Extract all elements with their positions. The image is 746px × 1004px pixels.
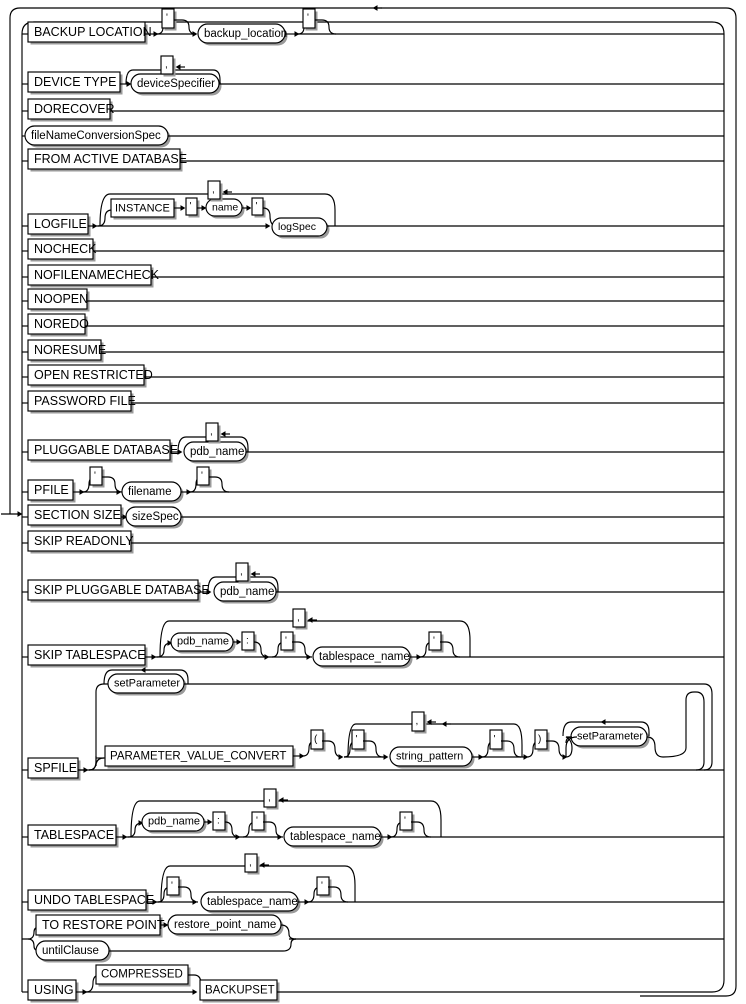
nt-restore-point-name: restore_point_name (174, 919, 276, 931)
branch-skip-tablespace: SKIP TABLESPACE pdb_name : ' tablespace_… (22, 608, 724, 669)
lit-comma-pluggable: , (210, 427, 213, 438)
lit-quote-skip-ts-1: ' (285, 636, 287, 647)
branch-dorecover: DORECOVER (22, 98, 724, 122)
kw-tablespace: TABLESPACE (34, 828, 114, 842)
kw-logfile: LOGFILE (34, 217, 87, 231)
kw-pfile: PFILE (34, 483, 69, 497)
branch-pfile: PFILE ' filename ' (22, 466, 724, 504)
kw-instance: INSTANCE (115, 202, 170, 214)
nt-pdb-name-skip-ts: pdb_name (177, 636, 229, 648)
branch-spfile: SPFILE setParameter PARAMETER_VALUE_CONV… (22, 667, 724, 781)
lit-comma-undo: , (249, 858, 252, 869)
nt-sizespec: sizeSpec (132, 511, 179, 523)
nt-pdb-name-ts: pdb_name (148, 816, 200, 828)
branch-tablespace: TABLESPACE pdb_name : ' tablespace_name … (22, 788, 724, 849)
lit-quote-ts-2: ' (404, 816, 406, 827)
lit-comma-skip-pluggable: , (240, 567, 243, 578)
nt-name: name (212, 202, 238, 214)
kw-compressed: COMPRESSED (101, 968, 183, 980)
branch-logfile: LOGFILE INSTANCE ' name ' logSpec , (22, 180, 724, 239)
kw-to-restore-point: TO RESTORE POINT (42, 918, 165, 932)
kw-nofilenamecheck: NOFILENAMECHECK (34, 268, 160, 282)
kw-backup-location: BACKUP LOCATION (34, 25, 152, 39)
lit-quote-logfile-2: ' (256, 201, 258, 212)
branch-nofilenamecheck: NOFILENAMECHECK (22, 264, 724, 288)
lit-quote-logfile-1: ' (190, 201, 192, 212)
nt-logspec: logSpec (278, 221, 316, 233)
branch-device-type: DEVICE TYPE deviceSpecifier , (22, 55, 724, 96)
lit-comma-ts: , (268, 793, 271, 804)
lit-quote-pfile-2: ' (201, 471, 203, 482)
kw-pluggable-database: PLUGGABLE DATABASE (34, 443, 178, 457)
branch-nocheck: NOCHECK (22, 238, 724, 262)
lit-quote-undo-1: ' (171, 881, 173, 892)
branch-from-active-database: FROM ACTIVE DATABASE (22, 148, 724, 172)
kw-noresume: NORESUME (34, 343, 106, 357)
lit-comma-skip-ts: , (297, 613, 300, 624)
lit-quote-undo-2: ' (321, 881, 323, 892)
branch-undo-tablespace: UNDO TABLESPACE ' tablespace_name ' , (22, 853, 724, 914)
branch-noredo: NOREDO (22, 313, 724, 337)
branch-untilclause: untilClause (27, 938, 724, 963)
lit-quote-2: ' (307, 13, 309, 24)
lit-comma-spfile-inner: , (416, 716, 419, 727)
nt-string-pattern: string_pattern (396, 751, 463, 763)
kw-skip-readonly: SKIP READONLY (34, 534, 134, 548)
kw-device-type: DEVICE TYPE (34, 75, 116, 89)
lit-comma-logfile: , (212, 185, 215, 196)
kw-skip-pluggable-database: SKIP PLUGGABLE DATABASE (34, 583, 210, 597)
branch-skip-pluggable-database: SKIP PLUGGABLE DATABASE pdb_name , (22, 562, 724, 604)
kw-backupset: BACKUPSET (205, 985, 275, 997)
branch-noopen: NOOPEN (22, 288, 724, 312)
nt-tablespace-name-undo: tablespace_name (207, 896, 298, 908)
kw-dorecover: DORECOVER (34, 102, 115, 116)
branch-filenameconversionspec: fileNameConversionSpec (22, 125, 724, 148)
kw-open-restricted: OPEN RESTRICTED (34, 368, 153, 382)
nt-device-specifier: deviceSpecifier (137, 78, 215, 90)
railroad-diagram: BACKUP LOCATION ' backup_location ' DEVI… (0, 0, 746, 1004)
branch-password-file: PASSWORD FILE (22, 390, 724, 414)
branch-backup-location: BACKUP LOCATION ' backup_location ' (22, 8, 724, 46)
lit-quote-spfile-1: ' (356, 734, 358, 745)
lit-quote-1: ' (166, 13, 168, 24)
nt-setparameter-1: setParameter (114, 678, 180, 690)
kw-noredo: NOREDO (34, 317, 89, 331)
branch-pluggable-database: PLUGGABLE DATABASE pdb_name , (22, 422, 724, 464)
kw-nocheck: NOCHECK (34, 242, 97, 256)
nt-tablespace-name-ts: tablespace_name (290, 831, 381, 843)
lit-quote-skip-ts-2: ' (433, 636, 435, 647)
nt-filename: filename (128, 486, 171, 498)
kw-undo-tablespace: UNDO TABLESPACE (34, 893, 154, 907)
kw-skip-tablespace: SKIP TABLESPACE (34, 648, 146, 662)
railroad-svg: BACKUP LOCATION ' backup_location ' DEVI… (1, 5, 737, 1003)
branch-section-size: SECTION SIZE sizeSpec (22, 504, 724, 529)
kw-parameter-value-convert: PARAMETER_VALUE_CONVERT (110, 750, 286, 762)
lit-colon-skip-ts: : (246, 636, 249, 647)
branch-skip-readonly: SKIP READONLY (22, 530, 724, 554)
lit-comma-device-type: , (165, 60, 168, 71)
branch-noresume: NORESUME (22, 339, 724, 363)
branch-using: USING COMPRESSED BACKUPSET (22, 964, 640, 1003)
lit-quote-pfile-1: ' (94, 471, 96, 482)
lit-quote-spfile-2: ' (494, 734, 496, 745)
lit-quote-ts-1: ' (256, 816, 258, 827)
nt-untilclause: untilClause (42, 945, 99, 957)
branch-to-restore-point: TO RESTORE POINT restore_point_name (22, 914, 297, 940)
nt-backup-location: backup_location (204, 28, 287, 40)
lit-rparen: ) (538, 734, 541, 745)
branch-open-restricted: OPEN RESTRICTED (22, 364, 724, 388)
kw-from-active-database: FROM ACTIVE DATABASE (34, 152, 187, 166)
kw-using: USING (34, 983, 74, 997)
kw-section-size: SECTION SIZE (34, 508, 121, 522)
nt-pdb-name-pluggable: pdb_name (190, 446, 244, 458)
kw-spfile: SPFILE (34, 761, 77, 775)
kw-noopen: NOOPEN (34, 292, 88, 306)
nt-tablespace-name-skip: tablespace_name (319, 651, 410, 663)
nt-setparameter-2: setParameter (577, 731, 643, 743)
lit-colon-ts: : (217, 816, 220, 827)
nt-pdb-name-skip: pdb_name (220, 586, 274, 598)
kw-password-file: PASSWORD FILE (34, 394, 136, 408)
nt-filenameconversionspec: fileNameConversionSpec (31, 130, 161, 142)
